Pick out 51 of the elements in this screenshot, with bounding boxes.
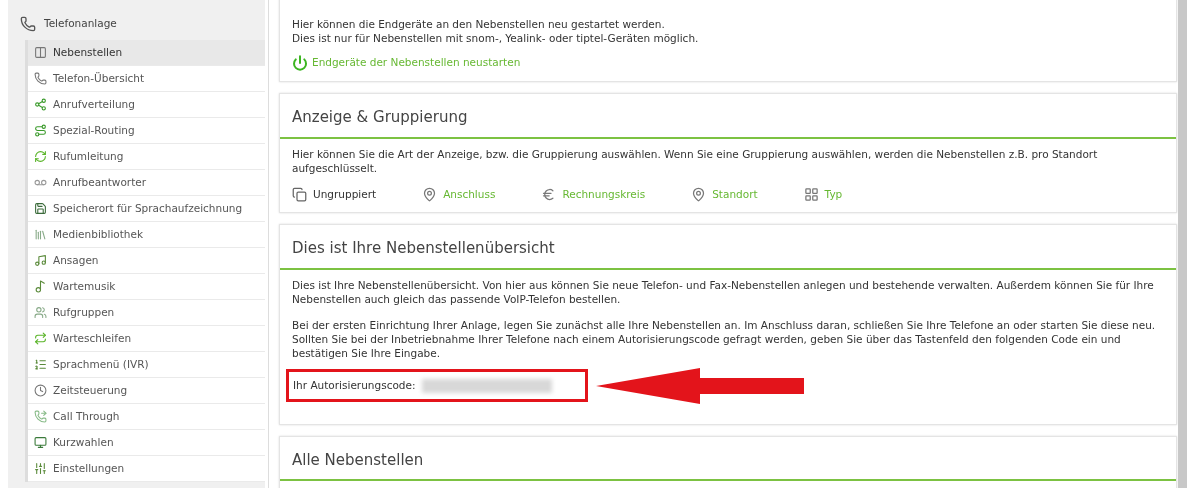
sidebar-item[interactable]: Speicherort für Sprachaufzeichnung [28, 196, 265, 222]
panel-title: Dies ist Ihre Nebenstellenübersicht [292, 239, 555, 258]
clock-icon [34, 384, 47, 397]
sidebar-item[interactable]: Anrufverteilung [28, 92, 265, 118]
pages-icon [292, 186, 307, 202]
phone-icon [34, 72, 47, 85]
panel-title: Anzeige & Gruppierung [292, 108, 468, 126]
music-icon [34, 280, 47, 293]
refresh-icon [34, 150, 47, 163]
numbered-list-icon [34, 358, 47, 371]
sidebar-item[interactable]: Spezial-Routing [28, 118, 265, 144]
sidebar-item[interactable]: Rufgruppen [28, 300, 265, 326]
description-text: Dies ist Ihre Nebenstellenübersicht. Von hier aus können Sie neue Telefon- und Fax-Nebenstellen anlegen und bestehende verwalten. Außerdem können Sie für Ihre Nebenstellen auch gleich das passende VoIP-Telefon bestellen. [292, 277, 1155, 306]
description-text: Hier können die Endgeräte an den Nebenstellen neu gestartet werden. [292, 17, 666, 31]
phone-icon [20, 16, 36, 32]
pin-icon [691, 186, 707, 202]
pin-icon [422, 186, 438, 202]
sidebar-item[interactable]: Ansagen [28, 248, 265, 274]
phone-forward-icon [34, 410, 47, 423]
sidebar-header[interactable]: Telefonanlage [8, 10, 265, 38]
grid-icon [803, 186, 819, 202]
sidebar-item[interactable]: Sprachmenü (IVR) [28, 352, 265, 378]
route-icon [34, 124, 47, 137]
share-icon [34, 98, 47, 111]
columns-icon [34, 46, 47, 59]
description-text: Bei der ersten Einrichtung Ihrer Anlage, legen Sie zunächst alle Ihre Nebenstellen an. Im Anschluss daran, schließen Sie Ihre Telefone an oder starten Sie diese neu. Sollten Sie bei der Inbetriebnahme Ihrer Telefone nach einem Autorisierungscode gefragt werden, geben Sie über das Tastenfeld den folgenden Code ein und bestätigen Sie Ihre Eingabe. [292, 317, 1157, 360]
sidebar-item[interactable]: Kurzwahlen [28, 430, 265, 456]
auth-code-label: Ihr Autorisierungscode: [293, 377, 416, 393]
power-icon [292, 55, 308, 71]
sidebar-item[interactable]: Medienbibliothek [28, 222, 265, 248]
sidebar-item[interactable]: Nebenstellen [28, 40, 265, 66]
library-icon [34, 228, 47, 241]
sidebar-item[interactable]: Warteschleifen [28, 326, 265, 352]
monitor-icon [34, 436, 47, 449]
sidebar-item[interactable]: Zeitsteuerung [28, 378, 265, 404]
description-text: Hier können Sie die Art der Anzeige, bzw. die Gruppierung auswählen. Wenn Sie eine Gruppierung auswählen, werden die Nebenstellen z.B. pro Standort aufgeschlüsselt. [292, 146, 1099, 175]
music-icon [34, 254, 47, 267]
panel-title: Alle Nebenstellen [292, 450, 424, 469]
grouping-option[interactable]: Ungruppiert [292, 186, 377, 203]
save-icon [34, 202, 47, 215]
sidebar-item[interactable]: Wartemusik [28, 274, 265, 300]
sidebar-item[interactable]: Telefon-Übersicht [28, 66, 265, 92]
sidebar-item[interactable]: Einstellungen [28, 456, 265, 482]
sliders-icon [34, 462, 47, 475]
sidebar-item[interactable]: Call Through [28, 404, 265, 430]
users-icon [34, 306, 47, 319]
sidebar-item[interactable]: Rufumleitung [28, 144, 265, 170]
scrollbar[interactable] [1178, 0, 1187, 488]
sidebar-item[interactable]: Anrufbeantworter [28, 170, 265, 196]
loop-icon [34, 332, 47, 345]
description-text: Dies ist nur für Nebenstellen mit snom-, Yealink- oder tiptel-Geräten möglich. [292, 31, 700, 45]
